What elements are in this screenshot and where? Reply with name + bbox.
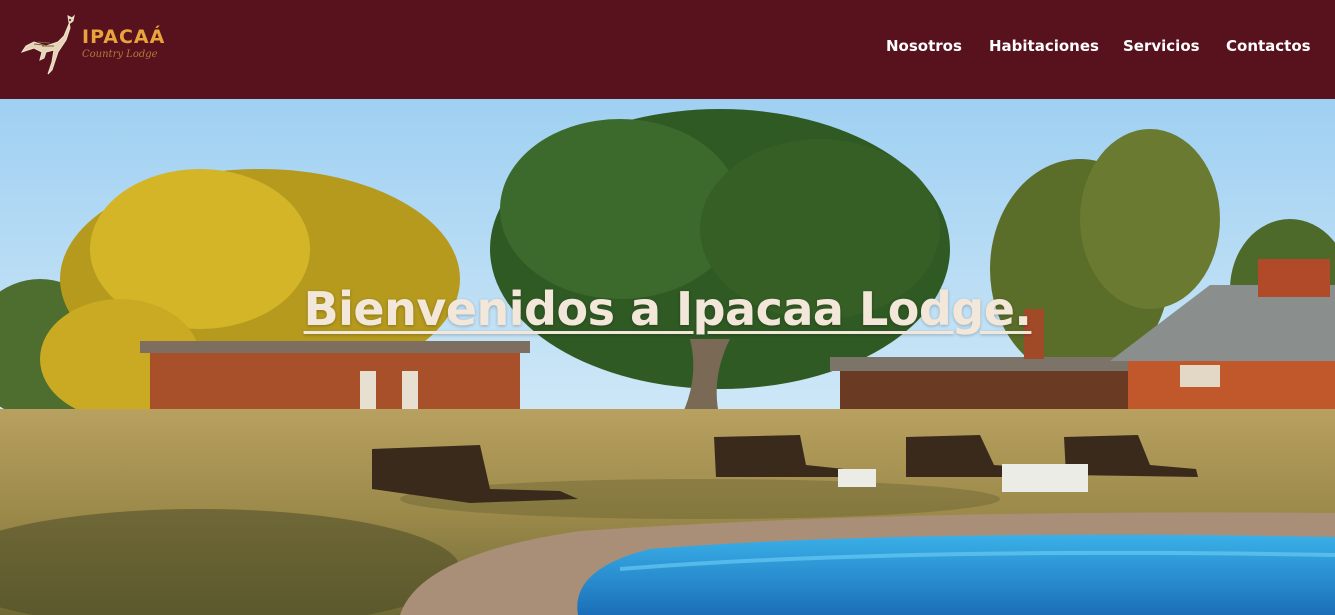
- brand-tagline: Country Lodge: [82, 49, 158, 60]
- site-header: IPACAÁ Country Lodge Nosotros Habitacion…: [0, 0, 1335, 99]
- brand-name: IPACAÁ: [82, 26, 166, 48]
- hero-image: [0, 99, 1335, 615]
- nav-item-contactos[interactable]: Contactos: [1226, 37, 1311, 55]
- hero-title[interactable]: Bienvenidos a Ipacaa Lodge.: [0, 282, 1335, 336]
- nav-item-servicios[interactable]: Servicios: [1123, 37, 1200, 55]
- nav-item-nosotros[interactable]: Nosotros: [886, 37, 962, 55]
- bird-icon: [20, 14, 75, 75]
- logo[interactable]: IPACAÁ Country Lodge: [20, 12, 170, 82]
- nav-item-habitaciones[interactable]: Habitaciones: [989, 37, 1099, 55]
- hero-banner: Bienvenidos a Ipacaa Lodge.: [0, 99, 1335, 615]
